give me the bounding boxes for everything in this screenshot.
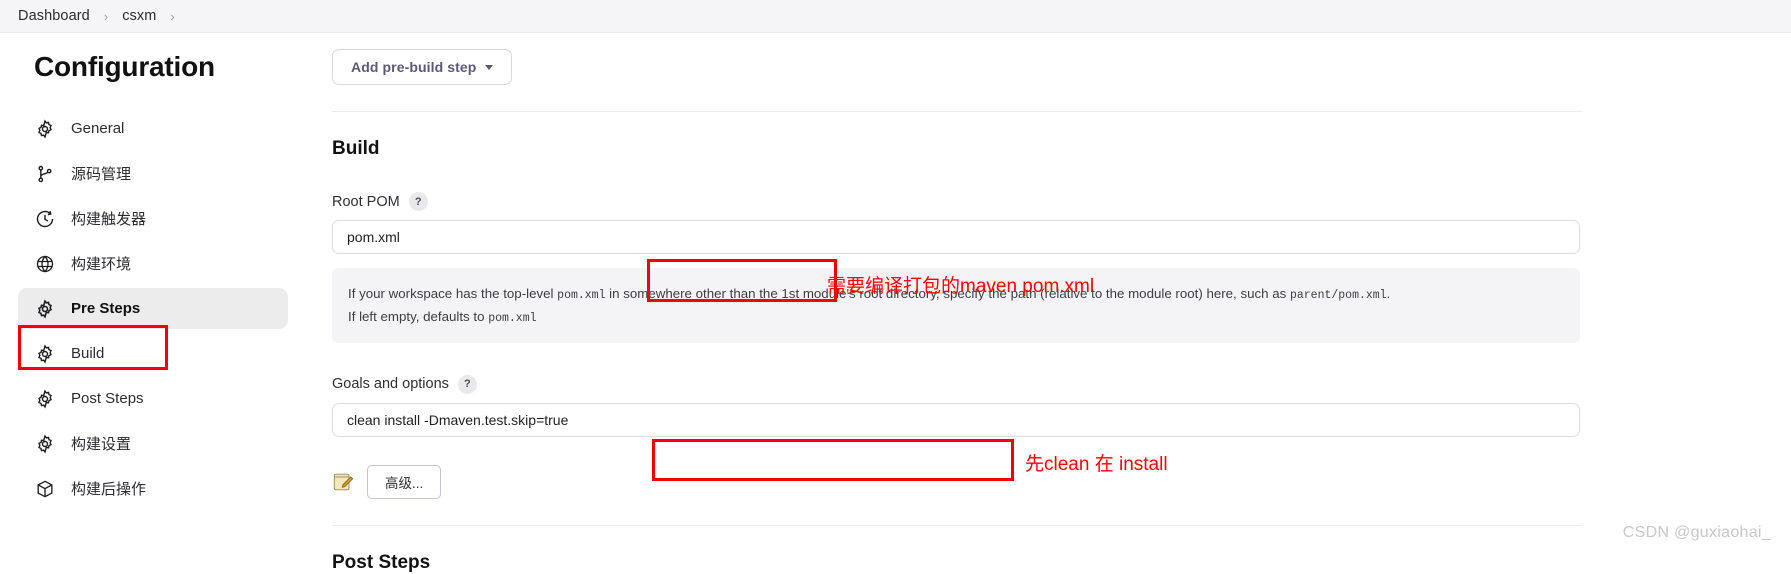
help-text-b: in somewhere other than the 1st module's… [605, 286, 1290, 301]
root-pom-help-panel: If your workspace has the top-level pom.… [332, 268, 1580, 343]
post-steps-section-heading: Post Steps [332, 551, 431, 573]
sidebar-item-post-steps[interactable]: Post Steps [18, 378, 288, 419]
notepad-pencil-icon [332, 471, 354, 493]
sidebar-item-label: 构建触发器 [71, 211, 147, 228]
advanced-row: 高级... [332, 464, 1582, 499]
gear-icon [34, 118, 56, 140]
chevron-down-icon [485, 64, 494, 70]
add-pre-build-step-button[interactable]: Add pre-build step [332, 49, 513, 85]
watermark: CSDN @guxiaohai_ [1622, 524, 1771, 541]
gear-icon [34, 343, 56, 365]
page-body: Configuration General 源码管理 构建触发器 构建环境 Pr… [0, 33, 1791, 573]
gear-icon [34, 388, 56, 410]
breadcrumb-separator-icon-2: › [170, 8, 175, 24]
help-code-parent-pom-xml: parent/pom.xml [1289, 289, 1387, 302]
sidebar-nav-list: General 源码管理 构建触发器 构建环境 Pre Steps Build … [0, 108, 306, 513]
root-pom-input[interactable] [332, 220, 1580, 254]
help-text-a: If your workspace has the top-level [348, 286, 558, 301]
section-divider-top [332, 111, 1582, 112]
build-section-heading: Build [332, 138, 380, 159]
goals-label-row: Goals and options ? [332, 374, 1582, 394]
sidebar-item-build-environment[interactable]: 构建环境 [18, 243, 288, 284]
sidebar-item-label: Pre Steps [71, 300, 141, 317]
sidebar-item-general[interactable]: General [18, 108, 288, 149]
breadcrumb-item-csxm[interactable]: csxm [122, 8, 156, 24]
package-icon [34, 478, 56, 500]
advanced-button[interactable]: 高级... [367, 464, 442, 499]
help-text-c: . [1386, 286, 1391, 301]
sidebar-item-label: 构建环境 [71, 256, 132, 273]
breadcrumb-bar: Dashboard › csxm › [0, 0, 1791, 33]
help-icon[interactable]: ? [457, 374, 477, 394]
clock-icon [34, 208, 56, 230]
root-pom-help-line-2: If left empty, defaults to pom.xml [348, 306, 1564, 329]
globe-icon [34, 253, 56, 275]
sidebar-item-label: Build [71, 345, 105, 362]
root-pom-help-line-1: If your workspace has the top-level pom.… [348, 283, 1564, 306]
root-pom-label: Root POM [332, 193, 400, 210]
branch-icon [34, 163, 56, 185]
sidebar-item-label: 构建后操作 [71, 481, 147, 498]
sidebar-item-label: Post Steps [71, 390, 144, 407]
sidebar-item-pre-steps[interactable]: Pre Steps [18, 288, 288, 329]
goals-label: Goals and options [332, 376, 449, 393]
sidebar-item-label: General [71, 120, 125, 137]
sidebar-item-label: 构建设置 [71, 436, 132, 453]
section-divider-bottom [332, 524, 1582, 526]
add-pre-build-step-label: Add pre-build step [351, 59, 477, 75]
sidebar-item-build-settings[interactable]: 构建设置 [18, 423, 288, 464]
sidebar-item-build-triggers[interactable]: 构建触发器 [18, 198, 288, 239]
sidebar-item-source-code-management[interactable]: 源码管理 [18, 153, 288, 194]
help-icon[interactable]: ? [408, 192, 428, 211]
sidebar-item-label: 源码管理 [71, 166, 132, 183]
root-pom-label-row: Root POM ? [332, 192, 1582, 211]
help-text-d: If left empty, defaults to [348, 308, 489, 324]
sidebar-item-build[interactable]: Build [18, 333, 288, 374]
sidebar-item-post-build-actions[interactable]: 构建后操作 [18, 468, 288, 509]
goals-input[interactable] [332, 402, 1580, 437]
page-title: Configuration [34, 51, 215, 82]
main-content: Add pre-build step Build Root POM ? If y… [306, 33, 1791, 573]
gear-icon [34, 433, 56, 455]
breadcrumb-separator-icon: › [103, 8, 109, 24]
help-code-pom-xml: pom.xml [557, 289, 606, 302]
breadcrumb-item-dashboard[interactable]: Dashboard [18, 8, 90, 24]
configuration-sidebar: Configuration General 源码管理 构建触发器 构建环境 Pr… [0, 33, 306, 552]
gear-icon [34, 298, 56, 320]
content-inner: Add pre-build step Build Root POM ? If y… [332, 49, 1582, 574]
help-code-default-pom-xml: pom.xml [488, 311, 537, 325]
